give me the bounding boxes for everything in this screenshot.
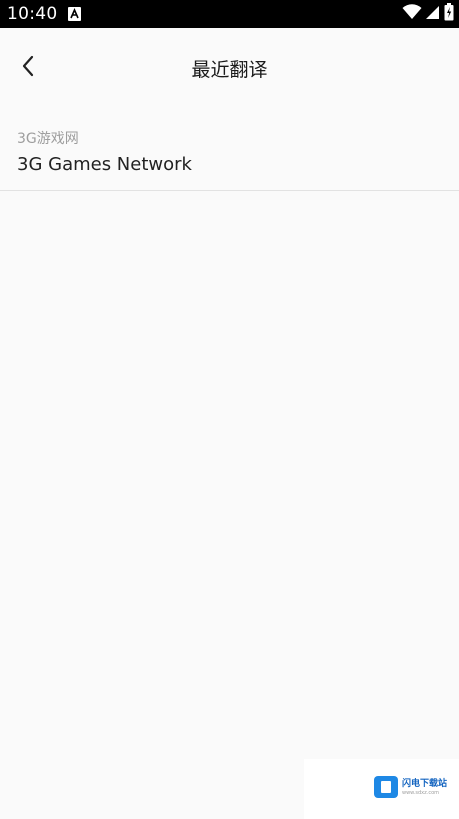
signal-icon xyxy=(426,4,440,24)
history-list: 3G游戏网 3G Games Network xyxy=(0,108,459,191)
notification-a-icon xyxy=(68,6,81,21)
watermark-logo: 闪电下载站 www.sdxz.com xyxy=(304,759,459,819)
download-site-logo-icon xyxy=(374,776,398,798)
list-item[interactable]: 3G游戏网 3G Games Network xyxy=(0,108,459,191)
battery-icon xyxy=(444,3,454,25)
screen: 10:40 最近翻译 3G游戏网 3G Games Network 闪电下载站 … xyxy=(0,0,459,819)
history-source-text: 3G游戏网 xyxy=(17,131,79,147)
watermark-subtext: www.sdxz.com xyxy=(402,790,440,796)
page-title: 最近翻译 xyxy=(191,59,268,81)
status-time: 10:40 xyxy=(7,4,58,24)
history-translation-text: 3G Games Network xyxy=(17,154,192,175)
watermark-text: 闪电下载站 xyxy=(402,779,448,789)
wifi-icon xyxy=(402,4,422,24)
app-bar: 最近翻译 xyxy=(0,28,459,108)
status-bar: 10:40 xyxy=(0,0,459,28)
status-icons xyxy=(402,3,454,25)
